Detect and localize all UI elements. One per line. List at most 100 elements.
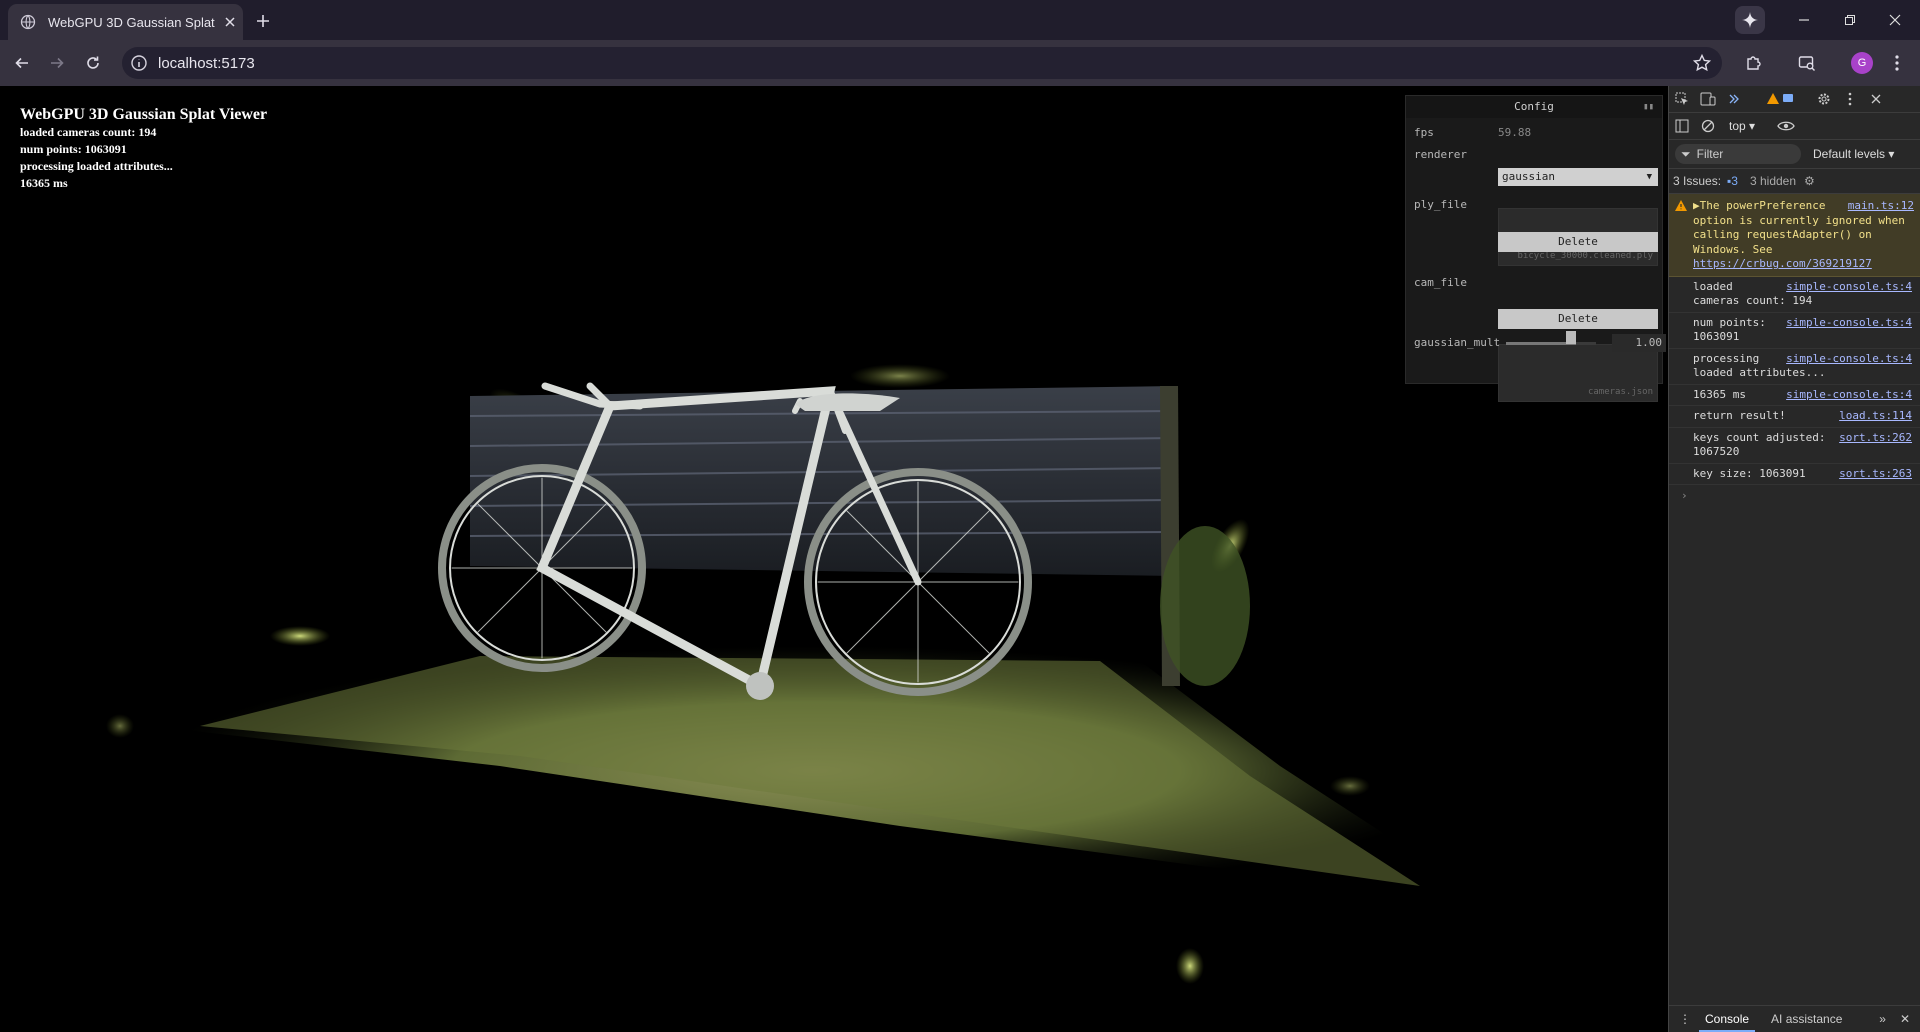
warning-message-icon bbox=[1767, 93, 1793, 104]
globe-icon bbox=[20, 14, 36, 30]
hidden-count: 3 hidden bbox=[1749, 174, 1797, 188]
renderer-label: renderer bbox=[1414, 148, 1467, 161]
drawer-menu-icon[interactable]: ⋮ bbox=[1679, 1012, 1691, 1026]
reload-button[interactable] bbox=[81, 51, 105, 75]
browser-menu-button[interactable] bbox=[1885, 51, 1909, 75]
config-title: Config bbox=[1514, 100, 1554, 113]
message-text: num points: 1063091 bbox=[1693, 315, 1766, 344]
double-chevron-icon[interactable]: » bbox=[1879, 1012, 1886, 1026]
avatar-letter: G bbox=[1857, 57, 1867, 69]
message-source[interactable]: sort.ts:263 bbox=[1839, 467, 1912, 482]
restore-icon bbox=[1845, 15, 1855, 25]
extensions-button[interactable] bbox=[1742, 51, 1766, 75]
clear-icon bbox=[1701, 119, 1715, 133]
restore-button[interactable] bbox=[1838, 8, 1862, 32]
cam-file-label: cam_file bbox=[1414, 276, 1467, 289]
device-toolbar-button[interactable] bbox=[1695, 86, 1721, 112]
message-text: return result! bbox=[1693, 409, 1786, 422]
close-window-button[interactable] bbox=[1883, 8, 1907, 32]
eye-icon bbox=[1777, 121, 1795, 131]
message-text: 16365 ms bbox=[1693, 387, 1746, 401]
console-message: simple-console.ts:4 num points: 1063091 bbox=[1669, 313, 1920, 349]
ply-delete-button[interactable]: Delete bbox=[1498, 232, 1658, 252]
renderer-select[interactable]: gaussian ▼ bbox=[1498, 168, 1658, 186]
forward-button[interactable] bbox=[45, 51, 69, 75]
message-source[interactable]: simple-console.ts:4 bbox=[1786, 388, 1912, 403]
context-selector[interactable]: top ▾ bbox=[1729, 119, 1755, 133]
issues-bar: 3 Issues: ▪3 3 hidden ⚙ bbox=[1669, 169, 1920, 194]
message-text: keys count adjusted: 1067520 bbox=[1693, 430, 1826, 459]
stat-line: loaded cameras count: 194 bbox=[20, 125, 157, 139]
config-header[interactable]: Config ▮▮ bbox=[1406, 96, 1662, 118]
clear-console-button[interactable] bbox=[1695, 113, 1721, 139]
issues-link[interactable]: ▪3 bbox=[1727, 174, 1738, 188]
puzzle-icon bbox=[1747, 56, 1761, 70]
close-icon bbox=[1871, 94, 1881, 104]
new-tab-icon[interactable] bbox=[253, 11, 273, 31]
expand-triangle-icon[interactable]: ▶ bbox=[1693, 199, 1700, 212]
slider-handle[interactable] bbox=[1566, 331, 1576, 344]
message-source[interactable]: sort.ts:262 bbox=[1839, 431, 1912, 446]
live-expression-button[interactable] bbox=[1773, 113, 1799, 139]
browser-toolbar: localhost:5173 G bbox=[0, 40, 1920, 86]
console-message: simple-console.ts:4 loaded cameras count:… bbox=[1669, 277, 1920, 313]
fps-label: fps bbox=[1414, 126, 1434, 139]
tab-ai-assistance[interactable]: AI assistance bbox=[1771, 1012, 1842, 1026]
gear-icon bbox=[1818, 93, 1830, 105]
sidebar-icon bbox=[1675, 119, 1689, 133]
browser-tab[interactable]: WebGPU 3D Gaussian Splat Viewer bbox=[8, 4, 243, 40]
console-toolbar: top ▾ bbox=[1669, 113, 1920, 140]
console-warning: main.ts:12 ▶The powerPreference option i… bbox=[1669, 194, 1920, 277]
sparkle-icon bbox=[1742, 12, 1758, 28]
log-levels-dropdown[interactable]: Default levels ▾ bbox=[1813, 147, 1894, 161]
close-devtools-button[interactable] bbox=[1863, 86, 1889, 112]
tab-title: WebGPU 3D Gaussian Splat Viewer bbox=[48, 14, 216, 30]
devtools-toolbar bbox=[1669, 86, 1920, 113]
inspect-button[interactable] bbox=[1669, 86, 1695, 112]
fps-value: 59.88 bbox=[1498, 126, 1532, 139]
console-message: load.ts:114 return result! bbox=[1669, 406, 1920, 428]
url-text: localhost:5173 bbox=[158, 54, 255, 72]
warning-link[interactable]: https://crbug.com/369219127 bbox=[1693, 257, 1872, 270]
tab-console[interactable]: Console bbox=[1698, 1006, 1756, 1032]
warning-source[interactable]: main.ts:12 bbox=[1848, 199, 1914, 214]
ply-file-name: bicycle_30000.cleaned.ply bbox=[1517, 251, 1653, 261]
warning-icon bbox=[1675, 200, 1687, 211]
devtools-menu-button[interactable] bbox=[1837, 86, 1863, 112]
message-source[interactable]: simple-console.ts:4 bbox=[1786, 280, 1912, 295]
stat-line: num points: 1063091 bbox=[20, 142, 127, 156]
cam-delete-button[interactable]: Delete bbox=[1498, 309, 1658, 329]
renderer-value: gaussian bbox=[1502, 170, 1555, 183]
console-output: main.ts:12 ▶The powerPreference option i… bbox=[1669, 194, 1920, 502]
minimize-button[interactable] bbox=[1792, 8, 1816, 32]
more-tabs-button[interactable] bbox=[1721, 86, 1747, 112]
collapse-icon[interactable]: ▮▮ bbox=[1643, 96, 1654, 118]
arrow-left-icon bbox=[15, 57, 28, 69]
gemini-button[interactable] bbox=[1735, 6, 1765, 34]
media-controls-button[interactable] bbox=[1795, 51, 1819, 75]
gaussian-mult-value[interactable]: 1.00 bbox=[1612, 334, 1666, 352]
back-button[interactable] bbox=[10, 51, 34, 75]
close-tab-icon[interactable] bbox=[222, 14, 238, 30]
splat-viewport[interactable]: WebGPU 3D Gaussian Splat Viewer loaded c… bbox=[0, 86, 1668, 1032]
bookmark-star-icon[interactable] bbox=[1692, 53, 1712, 73]
stat-line: 16365 ms bbox=[20, 176, 68, 190]
message-source[interactable]: load.ts:114 bbox=[1839, 409, 1912, 424]
drawer-tabs: ⋮ Console AI assistance » ✕ bbox=[1669, 1005, 1920, 1032]
message-source[interactable]: simple-console.ts:4 bbox=[1786, 316, 1912, 331]
close-drawer-icon[interactable]: ✕ bbox=[1900, 1012, 1910, 1026]
message-source[interactable]: simple-console.ts:4 bbox=[1786, 352, 1912, 367]
console-message: simple-console.ts:4 processing loaded att… bbox=[1669, 349, 1920, 385]
arrow-right-icon bbox=[51, 57, 64, 69]
slider-rest-track bbox=[1576, 342, 1596, 345]
issues-gear-icon[interactable]: ⚙ bbox=[1804, 174, 1815, 188]
site-info-icon[interactable] bbox=[130, 54, 148, 72]
profile-avatar[interactable]: G bbox=[1851, 52, 1873, 74]
warnings-button[interactable] bbox=[1767, 86, 1793, 112]
address-bar[interactable]: localhost:5173 bbox=[122, 47, 1722, 79]
devtools-settings-button[interactable] bbox=[1811, 86, 1837, 112]
close-icon bbox=[1889, 14, 1901, 26]
sidebar-toggle-button[interactable] bbox=[1669, 113, 1695, 139]
console-prompt[interactable]: › bbox=[1669, 485, 1920, 502]
filter-input[interactable]: ⏷ Filter bbox=[1675, 144, 1801, 164]
